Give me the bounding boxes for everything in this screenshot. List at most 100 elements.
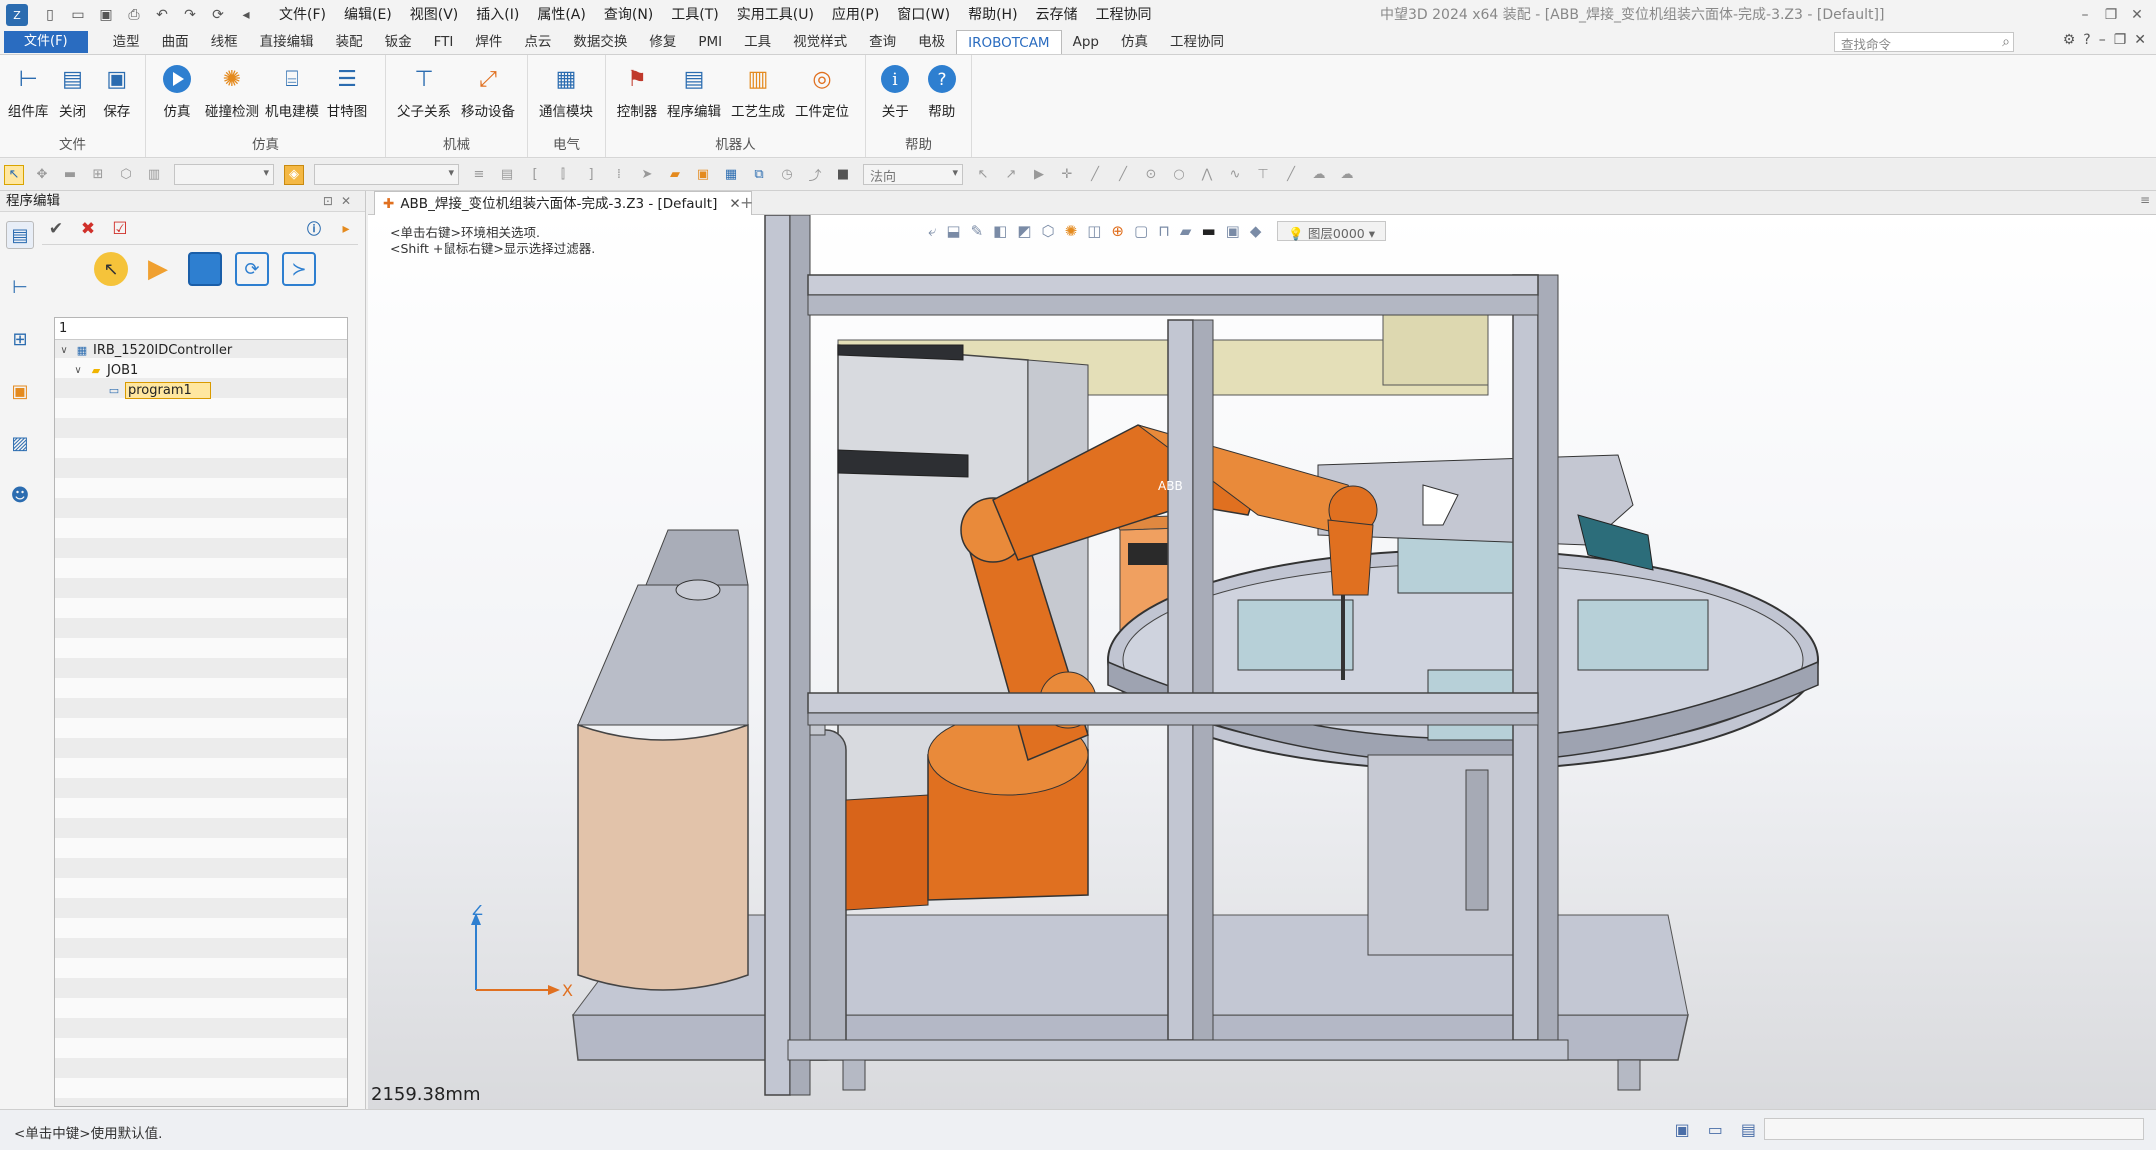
view-back-icon[interactable]: ⤶ (928, 222, 936, 240)
back-icon[interactable]: ◂ (235, 5, 257, 25)
confirm-icon[interactable]: ✔ (44, 217, 68, 241)
pin-icon[interactable]: ✚ (383, 193, 394, 215)
document-tab[interactable]: ✚ ABB_焊接_变位机组装六面体-完成-3.Z3 - [Default] ✕ (374, 191, 752, 215)
menu-window[interactable]: 窗口(W) (888, 0, 959, 30)
view-pen-icon[interactable]: ✎ (971, 222, 984, 240)
component-library-button[interactable]: ⊢ 组件库 (7, 59, 49, 121)
simulate-button[interactable]: 仿真 (153, 59, 201, 120)
status-grid-icon[interactable]: ▤ (1741, 1120, 1756, 1139)
tree-node-job[interactable]: ∨ ▰ JOB1 (55, 360, 347, 380)
stop-run-icon[interactable] (188, 252, 222, 286)
tab-menu-icon[interactable]: ≡ (2140, 193, 2150, 207)
command-search-input[interactable]: 查找命令 (1834, 32, 2014, 52)
menu-file[interactable]: 文件(F) (270, 0, 335, 30)
view-sun-icon[interactable]: ✺ (1065, 222, 1078, 240)
vector-icon[interactable]: ↗ (1001, 165, 1021, 185)
user-tab-icon[interactable]: ☻ (6, 481, 34, 509)
menu-apps[interactable]: 应用(P) (823, 0, 888, 30)
process-generate-button[interactable]: ▥ 工艺生成 (727, 59, 789, 121)
view-frame-icon[interactable]: ◫ (1087, 222, 1101, 240)
stop-icon[interactable]: ■ (833, 165, 853, 185)
direction-select[interactable]: 法向 (863, 164, 963, 185)
console-icon[interactable]: ≻ (282, 252, 316, 286)
circle-icon[interactable]: ○ (1169, 165, 1189, 185)
assembly-tree-icon[interactable]: ⊢ (6, 273, 34, 301)
help-icon[interactable]: ? (2083, 32, 2090, 48)
view-wire-icon[interactable]: ⬡ (1042, 222, 1055, 240)
tree-node-program[interactable]: ▭ program1 (55, 380, 347, 400)
new-tab-icon[interactable]: + (740, 193, 753, 212)
program-tab-icon[interactable]: ▤ (6, 221, 34, 249)
view-zoom-icon[interactable]: ▢ (1134, 222, 1148, 240)
line-icon[interactable]: ╱ (1085, 165, 1105, 185)
step-icon[interactable]: ⤴ (805, 165, 825, 185)
tab-collab[interactable]: 工程协同 (1159, 30, 1235, 54)
open-file-icon[interactable]: ▭ (67, 5, 89, 25)
tab-close-icon[interactable]: ✕ (729, 193, 740, 215)
save-icon[interactable]: ▣ (95, 5, 117, 25)
panel-expand-icon[interactable]: ▸ (334, 217, 358, 241)
view-display-icon[interactable]: ▣ (1226, 222, 1240, 240)
menu-query[interactable]: 查询(N) (595, 0, 662, 30)
arrow-icon[interactable]: ➤ (637, 165, 657, 185)
point-icon[interactable]: ⊙ (1141, 165, 1161, 185)
cursor-icon[interactable]: ↖ (973, 165, 993, 185)
menu-help[interactable]: 帮助(H) (959, 0, 1026, 30)
3d-viewport[interactable]: ABB <单击右键>环境相关选项. <Shift +鼠标右键>显示选择过滤器. … (368, 215, 2156, 1109)
curve-icon[interactable]: ∿ (1225, 165, 1245, 185)
image-tab-icon[interactable]: ▨ (6, 429, 34, 457)
tab-data-exchange[interactable]: 数据交换 (562, 30, 638, 54)
gantt-chart-button[interactable]: ☰ 甘特图 (323, 59, 371, 121)
collapse-icon[interactable]: ∨ (71, 365, 85, 376)
close-icon[interactable]: ✕ (2124, 0, 2150, 30)
layers-icon[interactable]: ▤ (497, 165, 517, 185)
entity-select[interactable] (314, 164, 459, 185)
status-monitor-icon[interactable]: ▭ (1708, 1120, 1723, 1139)
bracket-center-icon[interactable]: ⫿ (553, 165, 573, 185)
settings-icon[interactable]: ⚙ (2063, 32, 2076, 48)
tab-direct-edit[interactable]: 直接编辑 (249, 30, 325, 54)
frame-icon[interactable]: ⊤ (1253, 165, 1273, 185)
tab-repair[interactable]: 修复 (638, 30, 687, 54)
restore-icon[interactable]: ❐ (2098, 0, 2124, 30)
redo-icon[interactable]: ↷ (179, 5, 201, 25)
parent-child-button[interactable]: ⊤ 父子关系 (393, 59, 455, 121)
menu-view[interactable]: 视图(V) (401, 0, 468, 30)
part-tab-icon[interactable]: ▣ (6, 377, 34, 405)
status-command-field[interactable] (1764, 1118, 2144, 1140)
cloud-icon[interactable]: ☁ (1309, 165, 1329, 185)
file-tab[interactable]: 文件(F) (4, 31, 88, 53)
view-shade-icon[interactable]: ▰ (1180, 222, 1192, 240)
doc-minimize-icon[interactable]: – (2099, 32, 2106, 48)
workpiece-locate-button[interactable]: ◎ 工件定位 (791, 59, 853, 121)
step-run-icon[interactable]: ↖ (94, 252, 128, 286)
tab-fti[interactable]: FTI (423, 30, 465, 54)
tab-irobotcam[interactable]: IROBOTCAM (956, 29, 1062, 55)
mechatronic-model-button[interactable]: ⌸ 机电建模 (263, 59, 321, 121)
view-snap-icon[interactable]: ⊕ (1111, 222, 1124, 240)
print-icon[interactable]: ⎙ (123, 5, 145, 25)
bracket-right-icon[interactable]: ] (581, 165, 601, 185)
view-render-icon[interactable]: ◆ (1250, 222, 1262, 240)
refresh-icon[interactable]: ⟳ (207, 5, 229, 25)
tab-assembly[interactable]: 装配 (325, 30, 374, 54)
new-file-icon[interactable]: ▯ (39, 5, 61, 25)
menu-collab[interactable]: 工程协同 (1087, 0, 1161, 30)
menu-attribute[interactable]: 属性(A) (528, 0, 595, 30)
move-icon[interactable]: ✛ (1057, 165, 1077, 185)
component-icon[interactable]: ▣ (693, 165, 713, 185)
undo-icon[interactable]: ↶ (151, 5, 173, 25)
tab-sheet-metal[interactable]: 钣金 (374, 30, 423, 54)
move-device-button[interactable]: ⤢ 移动设备 (457, 59, 519, 121)
menu-cloud[interactable]: 云存储 (1027, 0, 1087, 30)
tab-point-cloud[interactable]: 点云 (513, 30, 562, 54)
about-button[interactable]: i 关于 (873, 59, 918, 120)
play-icon[interactable]: ▶ (1029, 165, 1049, 185)
tab-wireframe[interactable]: 线框 (200, 30, 249, 54)
zigzag-icon[interactable]: ⋀ (1197, 165, 1217, 185)
help-button[interactable]: ? 帮助 (920, 59, 965, 120)
menu-tools[interactable]: 工具(T) (662, 0, 727, 30)
tab-tools[interactable]: 工具 (733, 30, 782, 54)
status-doc-icon[interactable]: ▣ (1675, 1120, 1690, 1139)
filter-icon[interactable]: ▬ (60, 165, 80, 185)
